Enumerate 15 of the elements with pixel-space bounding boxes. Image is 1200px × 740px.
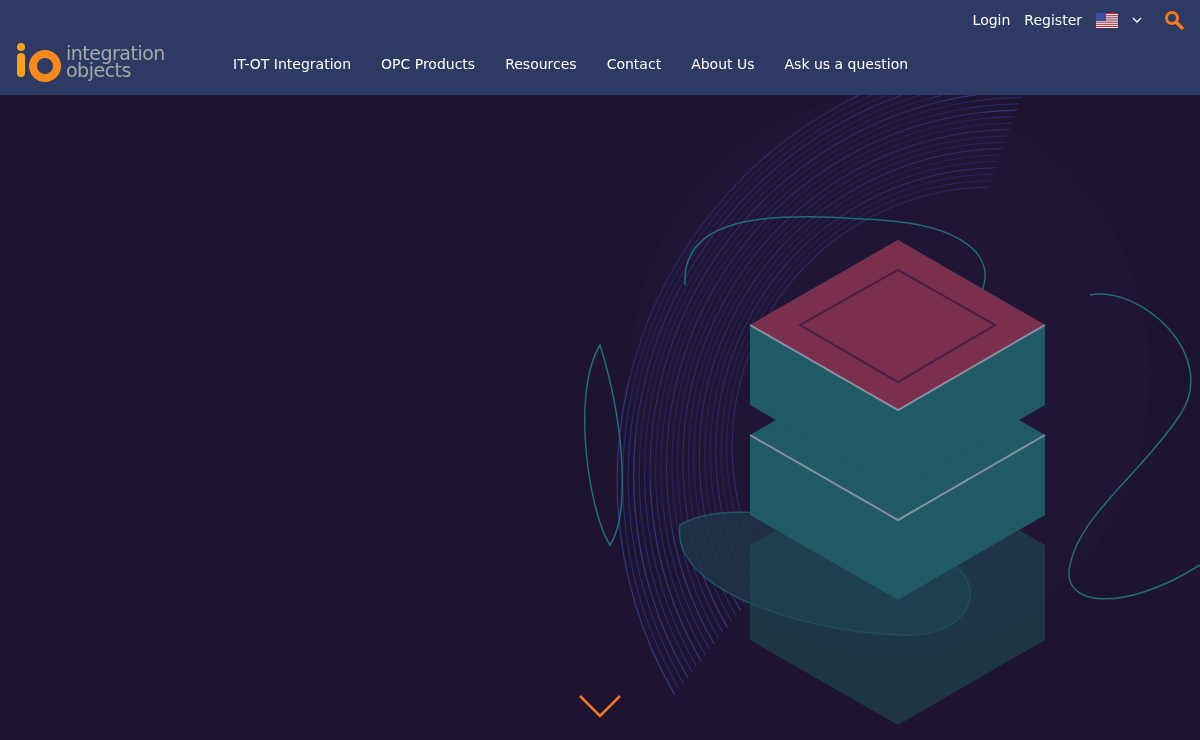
header-link[interactable]: Login — [972, 12, 1011, 28]
header-link[interactable]: Register — [1024, 12, 1082, 28]
logo-text: integration — [66, 45, 165, 62]
logo-icon — [14, 41, 62, 83]
scroll-down-icon[interactable] — [578, 694, 622, 720]
search-icon[interactable] — [1164, 10, 1184, 30]
logo-text: objects — [66, 62, 131, 79]
nav-link[interactable]: About Us — [691, 56, 755, 72]
nav-link[interactable]: IT-OT Integration — [233, 56, 351, 72]
caret-icon[interactable] — [1132, 17, 1142, 23]
nav-link[interactable]: Resources — [505, 56, 577, 72]
nav-link[interactable]: OPC Products — [381, 56, 476, 72]
flag-icon[interactable] — [1096, 12, 1118, 28]
nav-link[interactable]: Contact — [606, 56, 662, 72]
nav-link[interactable]: Ask us a question — [784, 56, 909, 72]
